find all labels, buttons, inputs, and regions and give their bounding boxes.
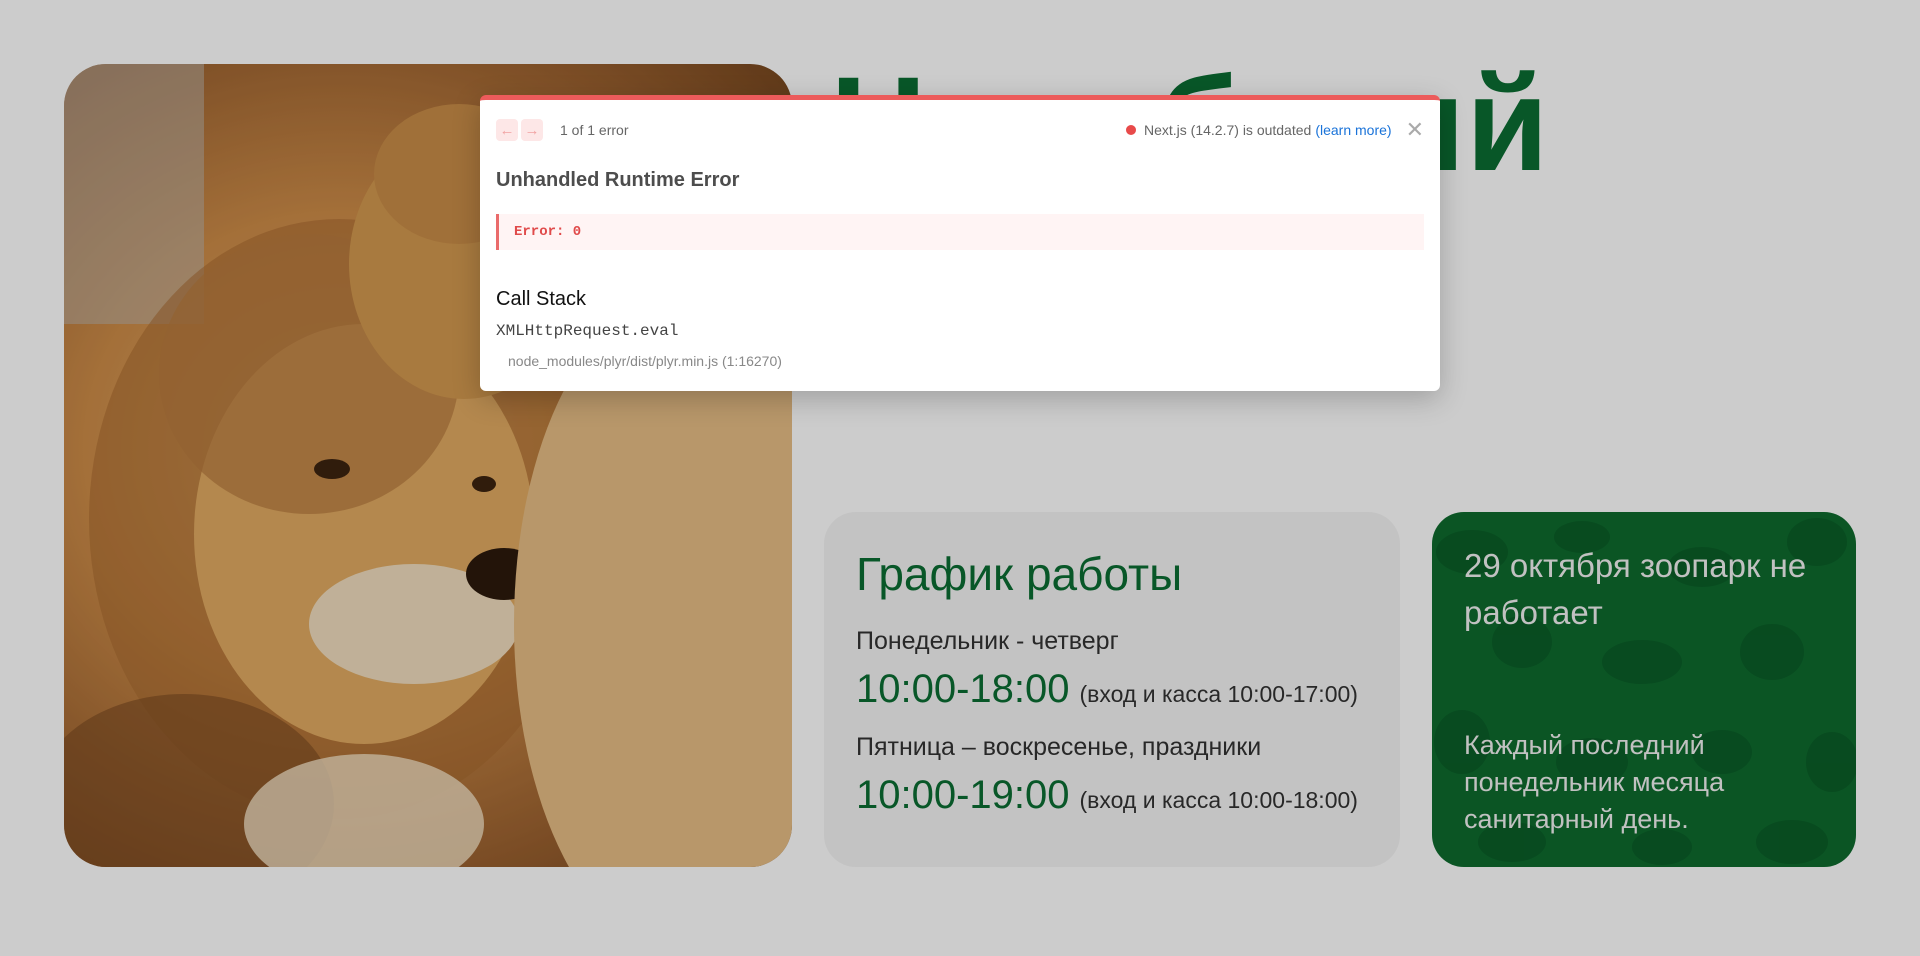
stack-frame-location[interactable]: node_modules/plyr/dist/plyr.min.js (1:16… <box>508 353 782 369</box>
call-stack-title: Call Stack <box>496 288 587 310</box>
version-info: Next.js (14.2.7) is outdated (learn more… <box>1126 117 1424 142</box>
error-dialog: ← → 1 of 1 error Next.js (14.2.7) is out… <box>480 95 1440 391</box>
close-icon: ✕ <box>1405 117 1424 142</box>
status-dot-icon <box>1126 125 1136 135</box>
arrow-right-icon: → <box>524 121 540 139</box>
error-message: Error: 0 <box>496 214 1424 250</box>
version-text: Next.js (14.2.7) is outdated <box>1144 122 1312 138</box>
error-dialog-header: ← → 1 of 1 error Next.js (14.2.7) is out… <box>496 118 1424 142</box>
error-heading: Unhandled Runtime Error <box>496 169 740 191</box>
prev-error-button[interactable]: ← <box>496 119 518 141</box>
learn-more-link[interactable]: (learn more) <box>1315 122 1391 138</box>
stack-frame-function[interactable]: XMLHttpRequest.eval <box>496 322 678 340</box>
arrow-left-icon: ← <box>499 121 515 139</box>
error-count: 1 of 1 error <box>560 122 629 138</box>
next-error-button[interactable]: → <box>521 119 543 141</box>
close-dialog-button[interactable]: ✕ <box>1405 117 1424 142</box>
